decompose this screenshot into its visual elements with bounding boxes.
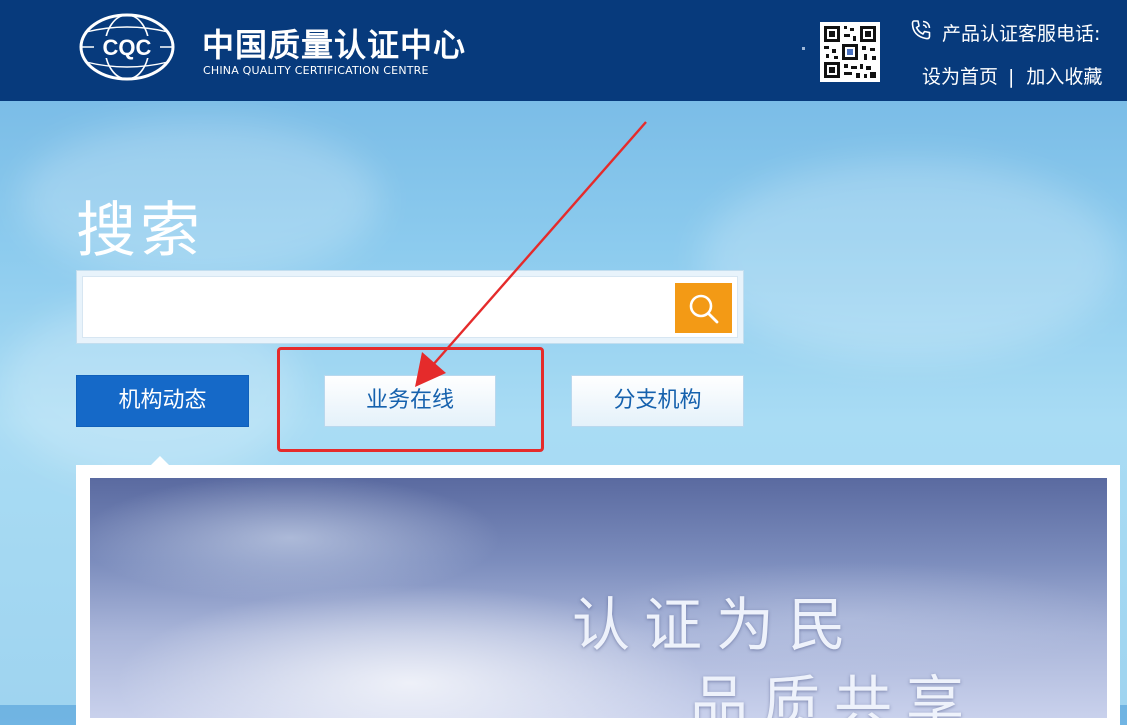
- banner-slogan-line2: 品质共享: [690, 669, 979, 718]
- banner-image[interactable]: 认证为民 品质共享: [90, 478, 1107, 718]
- banner-slogan-line1: 认证为民: [572, 591, 861, 659]
